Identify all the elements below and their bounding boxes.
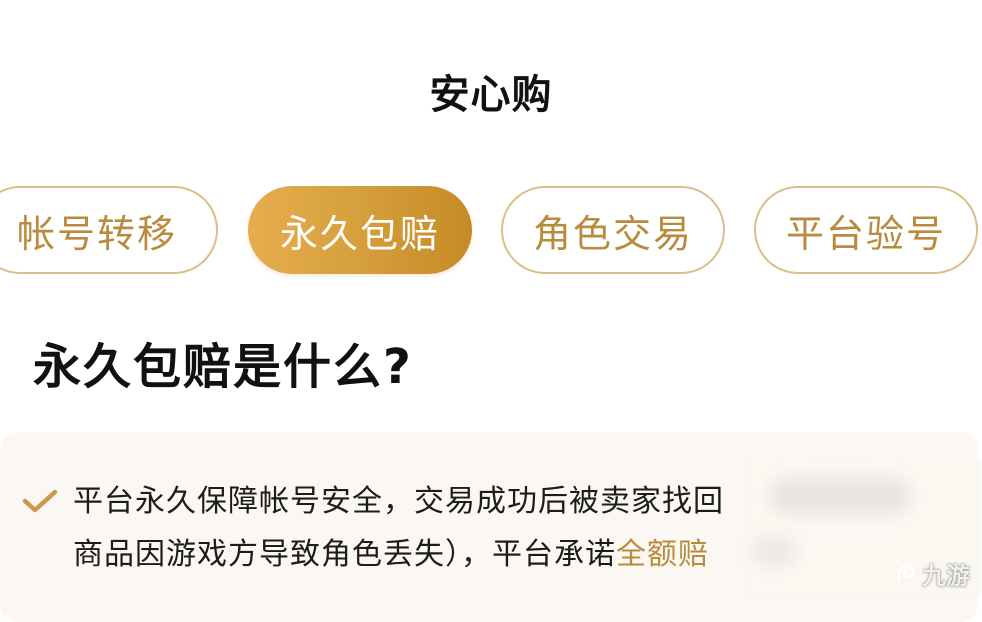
- full-compensation-highlight: 全额赔: [616, 537, 709, 572]
- section-heading: 永久包赔是什么?: [33, 339, 413, 395]
- check-icon: [22, 489, 58, 513]
- jiuyou-logo-icon: [897, 564, 915, 581]
- info-text-line-2: 商品因游戏方导致角色丢失），平台承诺全额赔: [73, 529, 709, 573]
- blurred-text-smear: [752, 536, 796, 566]
- watermark-text: 九游: [922, 562, 970, 590]
- tab-platform-verification[interactable]: 平台验号: [754, 186, 978, 274]
- guarantee-tab-bar: 帐号转移 永久包赔 角色交易 平台验号: [0, 186, 982, 276]
- info-text-line-1: 平台永久保障帐号安全，交易成功后被卖家找回: [73, 484, 724, 519]
- blurred-text-smear: [770, 478, 910, 514]
- tab-character-trade[interactable]: 角色交易: [501, 186, 725, 274]
- page-title: 安心购: [429, 72, 553, 118]
- tab-permanent-compensation[interactable]: 永久包赔: [248, 186, 472, 274]
- info-text-line-2-plain: 商品因游戏方导致角色丢失），平台承诺: [73, 537, 616, 572]
- tab-account-transfer[interactable]: 帐号转移: [0, 186, 218, 274]
- watermark: 九游: [894, 556, 970, 591]
